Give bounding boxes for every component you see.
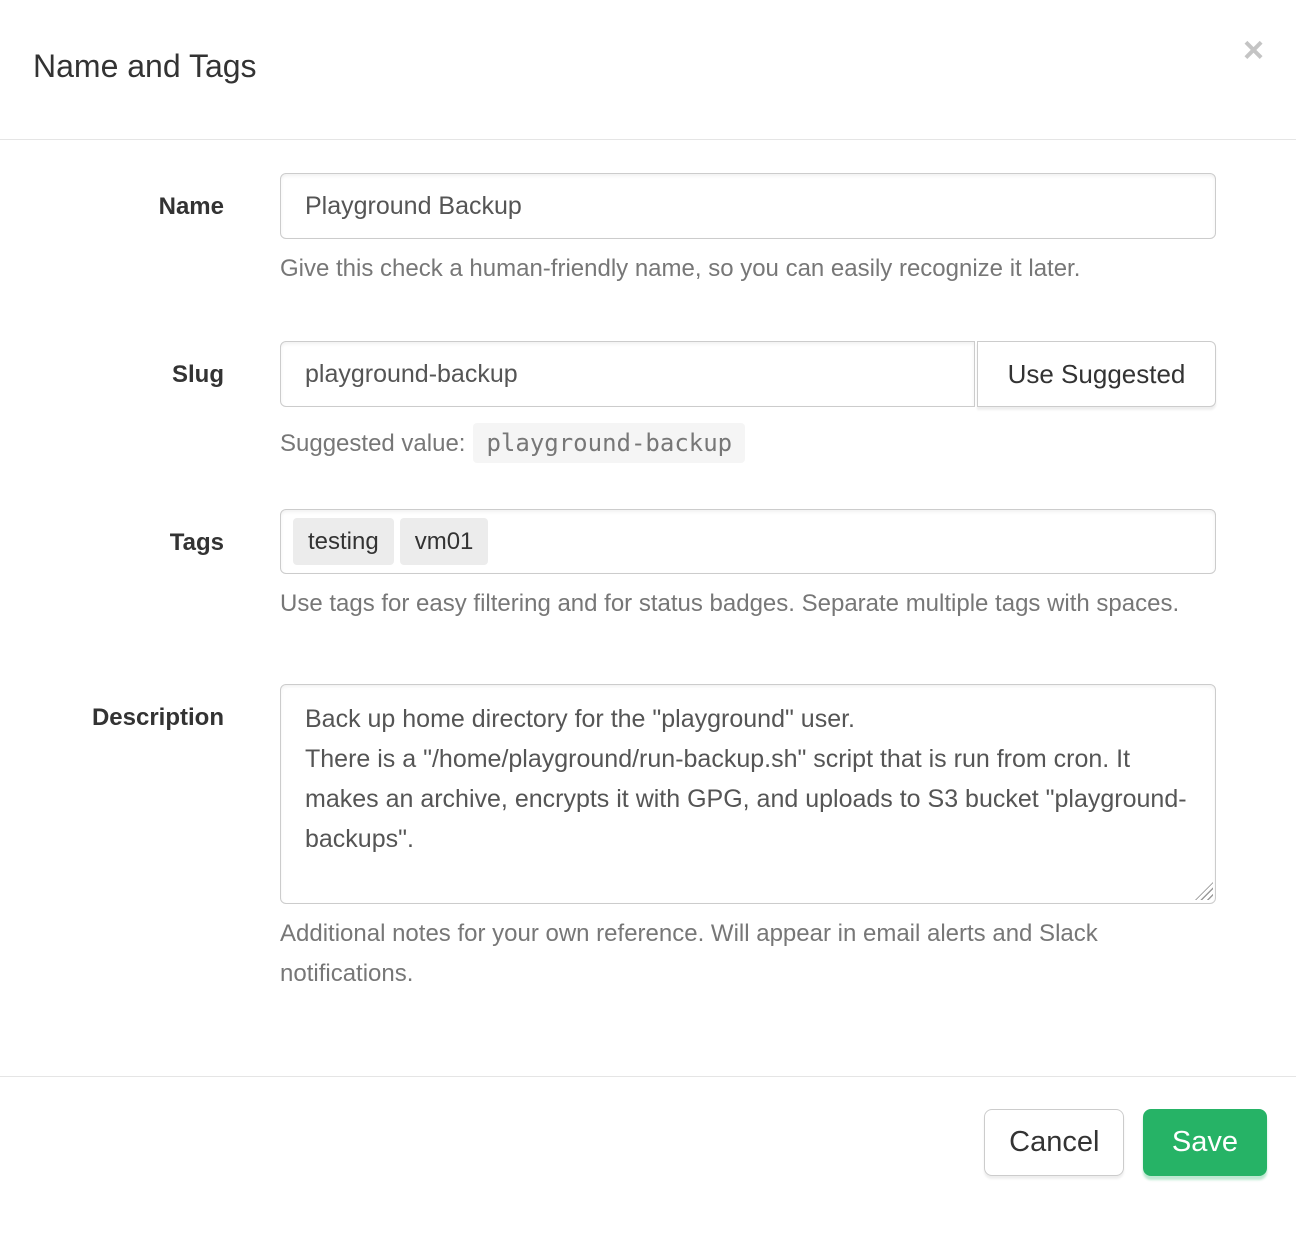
name-help-text: Give this check a human-friendly name, s… [280, 249, 1200, 289]
tag-chip: testing [293, 518, 394, 565]
cancel-button[interactable]: Cancel [984, 1109, 1124, 1176]
tags-help-text: Use tags for easy filtering and for stat… [280, 584, 1200, 624]
suggested-value-line: Suggested value: playground-backup [280, 423, 1216, 464]
tags-input[interactable]: testingvm01 [280, 509, 1216, 574]
suggested-value-code: playground-backup [473, 423, 745, 463]
description-help-text: Additional notes for your own reference.… [280, 914, 1200, 994]
modal-body: Name Give this check a human-friendly na… [0, 173, 1296, 994]
slug-label: Slug [0, 341, 280, 407]
description-form-row: Description Back up home directory for t… [0, 684, 1216, 994]
slug-form-row: Slug Use Suggested Suggested value: playg… [0, 341, 1216, 464]
modal-title: Name and Tags [33, 0, 1263, 86]
description-textarea-wrap: Back up home directory for the "playgrou… [280, 684, 1216, 904]
tags-form-row: Tags testingvm01 Use tags for easy filte… [0, 509, 1216, 624]
modal-header: Name and Tags × [0, 0, 1296, 140]
slug-input-group: Use Suggested [280, 341, 1216, 407]
name-and-tags-modal: Name and Tags × Name Give this check a h… [0, 0, 1296, 1209]
save-button[interactable]: Save [1143, 1109, 1267, 1176]
close-button[interactable]: × [1239, 28, 1268, 72]
tag-chip: vm01 [400, 518, 489, 565]
name-form-row: Name Give this check a human-friendly na… [0, 173, 1216, 289]
tags-label: Tags [0, 509, 280, 574]
suggested-value-prefix: Suggested value: [280, 430, 465, 457]
name-input[interactable] [280, 173, 1216, 239]
name-label: Name [0, 173, 280, 239]
description-textarea[interactable]: Back up home directory for the "playgrou… [280, 684, 1216, 904]
slug-input[interactable] [280, 341, 975, 407]
description-label: Description [0, 684, 280, 904]
modal-footer: Cancel Save [0, 1076, 1296, 1209]
use-suggested-button[interactable]: Use Suggested [977, 341, 1216, 407]
close-icon: × [1243, 29, 1264, 70]
